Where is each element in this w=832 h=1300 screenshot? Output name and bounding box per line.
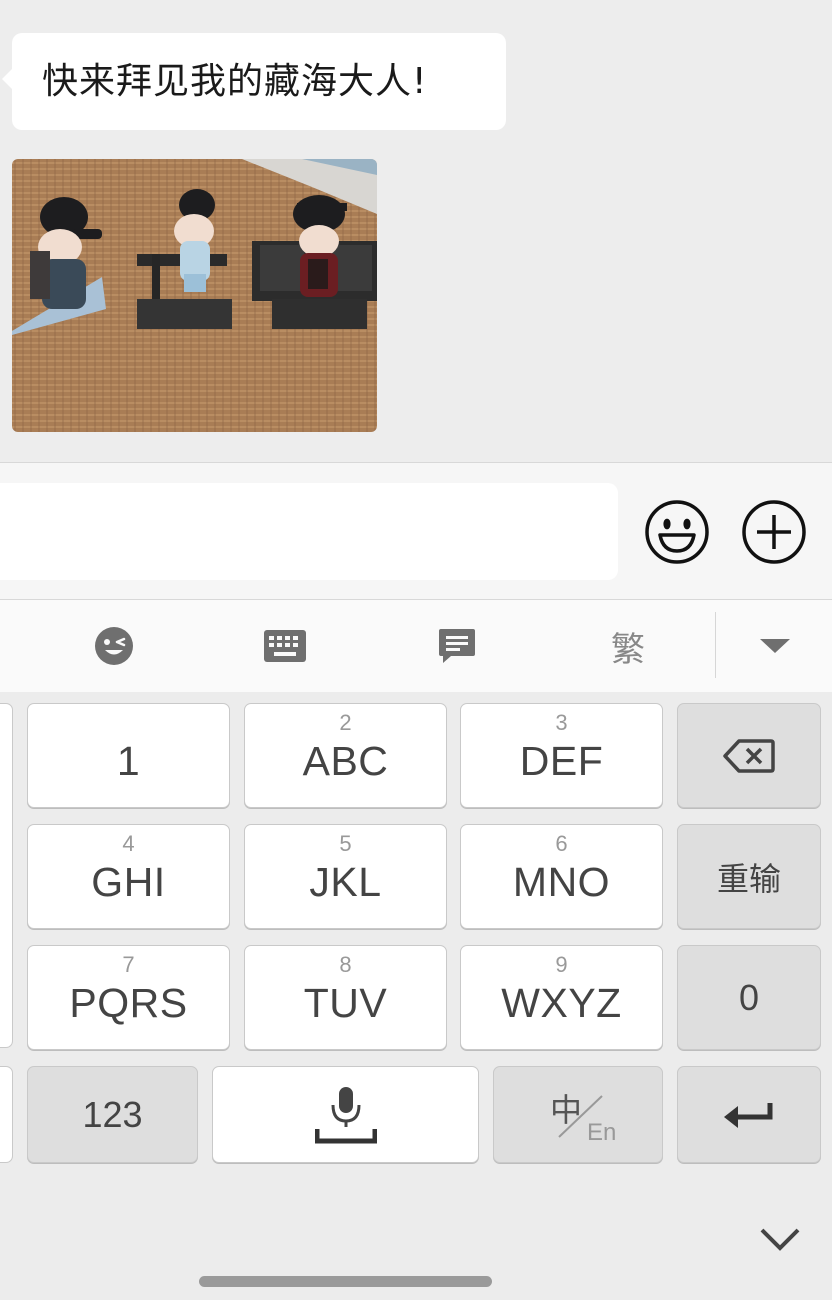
key-number: 2	[339, 710, 352, 735]
key-label: 1	[116, 738, 141, 784]
key-label: MNO	[512, 859, 611, 905]
numbers-mode-key[interactable]: 123	[27, 1066, 198, 1163]
symbol-list-strip[interactable]	[0, 703, 13, 1048]
toolbar-phrase-button[interactable]	[427, 620, 487, 672]
language-switch-key[interactable]: 中 En	[493, 1066, 663, 1163]
numbers-mode-label: 123	[82, 1093, 143, 1135]
plus-circle-icon	[742, 500, 806, 564]
key-6-mno[interactable]: 6 MNO	[460, 824, 663, 929]
key-label: ABC	[302, 738, 389, 784]
key-number: 4	[122, 831, 135, 856]
key-label: GHI	[91, 859, 166, 905]
key-label: PQRS	[69, 980, 188, 1026]
key-number: 9	[555, 952, 568, 977]
microphone-space-icon	[314, 1086, 377, 1143]
plus-button[interactable]	[741, 499, 807, 565]
photo-figurines-image	[12, 159, 377, 432]
toolbar-traditional-button[interactable]: 繁	[598, 620, 658, 672]
key-label: JKL	[309, 859, 382, 905]
key-5-jkl[interactable]: 5 JKL	[244, 824, 447, 929]
keyboard-icon	[264, 630, 306, 662]
space-voice-key[interactable]	[212, 1066, 479, 1163]
reinput-key[interactable]: 重输	[677, 824, 821, 929]
keyboard-toolbar: 繁	[0, 600, 832, 692]
toolbar-emoji-button[interactable]	[84, 620, 144, 672]
key-label: TUV	[303, 980, 388, 1026]
key-number: 7	[122, 952, 135, 977]
collapse-keyboard-button[interactable]	[758, 1222, 802, 1258]
key-4-ghi[interactable]: 4 GHI	[27, 824, 230, 929]
emoji-wink-icon	[95, 627, 133, 665]
key-1[interactable]: 1	[27, 703, 230, 808]
key-7-pqrs[interactable]: 7 PQRS	[27, 945, 230, 1050]
emoji-button[interactable]	[644, 499, 710, 565]
message-input[interactable]	[0, 483, 618, 580]
chat-area: 快来拜见我的藏海大人!	[0, 0, 832, 462]
enter-key[interactable]	[677, 1066, 821, 1163]
key-8-tuv[interactable]: 8 TUV	[244, 945, 447, 1050]
key-label: DEF	[519, 738, 604, 784]
backspace-icon	[723, 738, 775, 773]
input-bar	[0, 462, 832, 600]
chevron-down-icon	[760, 1228, 800, 1251]
key-number: 3	[555, 710, 568, 735]
smiley-face-icon	[645, 500, 709, 564]
message-photo[interactable]	[12, 159, 377, 432]
traditional-label: 繁	[611, 629, 645, 670]
triangle-down-icon	[760, 639, 790, 653]
key-number: 6	[555, 831, 568, 856]
message-bubble[interactable]: 快来拜见我的藏海大人!	[2, 33, 506, 130]
key-number: 8	[339, 952, 352, 977]
toolbar-hide-button[interactable]	[745, 620, 805, 672]
reinput-label: 重输	[716, 859, 781, 898]
key-0[interactable]: 0	[677, 945, 821, 1050]
key-2-abc[interactable]: 2 ABC	[244, 703, 447, 808]
key-label: 0	[738, 976, 760, 1018]
key-label: WXYZ	[501, 980, 622, 1026]
toolbar-divider	[715, 612, 716, 678]
toolbar-keyboard-button[interactable]	[255, 620, 315, 672]
key-3-def[interactable]: 3 DEF	[460, 703, 663, 808]
chat-phrase-icon	[439, 629, 475, 663]
home-indicator[interactable]	[199, 1276, 492, 1287]
backspace-key[interactable]	[677, 703, 821, 808]
key-number: 5	[339, 831, 352, 856]
t9-keyboard: 1 2 ABC 3 DEF 4 GHI 5 JKL 6 MNO 重输 7 PQR…	[0, 692, 832, 1300]
lang-en-label: En	[587, 1119, 617, 1146]
symbol-key-strip[interactable]	[0, 1066, 13, 1163]
message-text: 快来拜见我的藏海大人!	[42, 61, 428, 102]
key-9-wxyz[interactable]: 9 WXYZ	[460, 945, 663, 1050]
return-arrow-icon	[724, 1102, 773, 1128]
